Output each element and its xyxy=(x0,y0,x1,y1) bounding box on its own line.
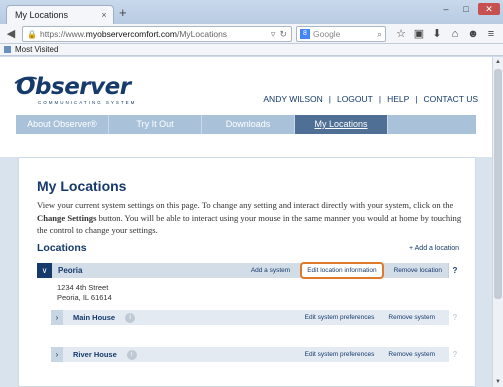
system-row-main-house: › Main House i Edit system preferences R… xyxy=(51,310,461,325)
tab-title: My Locations xyxy=(15,10,69,20)
bookmarks-bar: Most Visited xyxy=(0,44,503,56)
download-icon[interactable]: ⬇ xyxy=(430,27,444,41)
close-window-button[interactable]: ✕ xyxy=(478,3,500,15)
google-icon[interactable]: 8 xyxy=(300,29,310,39)
system-name: River House xyxy=(73,350,117,359)
info-icon[interactable]: i xyxy=(126,349,137,360)
search-input[interactable]: Google xyxy=(313,29,373,39)
address-bar[interactable]: 🔒 https://www.myobservercomfort.com/MyLo… xyxy=(22,26,292,42)
system-row-river-house: › River House i Edit system preferences … xyxy=(51,347,461,362)
search-bar[interactable]: 8 Google ⌕ xyxy=(296,26,386,42)
lock-icon: 🔒 xyxy=(27,29,37,39)
folder-icon xyxy=(4,46,11,53)
close-tab-icon[interactable]: × xyxy=(99,10,109,20)
location-name: Peoria xyxy=(58,266,83,275)
observer-logo[interactable]: Observer COMMUNICATING SYSTEM xyxy=(10,74,136,105)
bookmark-most-visited[interactable]: Most Visited xyxy=(15,45,58,54)
maximize-button[interactable]: □ xyxy=(458,3,474,15)
edit-system-preferences-link[interactable]: Edit system preferences xyxy=(305,314,375,321)
help-icon[interactable]: ? xyxy=(449,347,461,362)
location-header-peoria: ∨ Peoria Add a system Edit location info… xyxy=(37,262,461,279)
dropdown-icon[interactable]: ▿ xyxy=(271,29,276,40)
back-icon[interactable]: ◀ xyxy=(3,26,19,42)
clipboard-icon[interactable]: ▣ xyxy=(412,27,426,41)
locations-heading: Locations xyxy=(37,242,87,254)
remove-location-link[interactable]: Remove location xyxy=(394,267,442,274)
scroll-down-icon[interactable]: ▼ xyxy=(493,377,503,387)
tab-downloads[interactable]: Downloads xyxy=(202,115,295,134)
help-icon[interactable]: ? xyxy=(448,263,461,278)
main-nav: About Observer® Try It Out Downloads My … xyxy=(16,115,476,134)
add-system-link[interactable]: Add a system xyxy=(251,267,290,274)
page-scrollbar[interactable]: ▲ ▼ xyxy=(492,57,503,387)
intro-text: View your current system settings on thi… xyxy=(37,200,462,235)
tab-about-observer[interactable]: About Observer® xyxy=(16,115,109,134)
browser-tab[interactable]: My Locations × xyxy=(6,5,114,24)
content-background: My Locations View your current system se… xyxy=(0,157,492,387)
collapse-icon[interactable]: ∨ xyxy=(37,263,52,278)
reload-icon[interactable]: ↻ xyxy=(279,29,287,40)
scroll-thumb[interactable] xyxy=(494,69,502,299)
edit-system-preferences-link[interactable]: Edit system preferences xyxy=(305,351,375,358)
contact-link[interactable]: CONTACT US xyxy=(424,94,478,104)
expand-icon[interactable]: › xyxy=(51,310,63,325)
remove-system-link[interactable]: Remove system xyxy=(388,351,435,358)
site-header: Observer COMMUNICATING SYSTEM ANDY WILSO… xyxy=(0,57,492,157)
page-title: My Locations xyxy=(37,178,127,194)
help-link[interactable]: HELP xyxy=(387,94,409,104)
tab-try-it-out[interactable]: Try It Out xyxy=(109,115,202,134)
remove-system-link[interactable]: Remove system xyxy=(388,314,435,321)
scroll-up-icon[interactable]: ▲ xyxy=(493,57,503,67)
user-links: ANDY WILSON | LOGOUT | HELP | CONTACT US xyxy=(263,94,478,104)
info-icon[interactable]: i xyxy=(125,312,136,323)
new-tab-button[interactable]: + xyxy=(119,6,127,20)
page-viewport: Observer COMMUNICATING SYSTEM ANDY WILSO… xyxy=(0,57,492,387)
add-location-link[interactable]: + Add a location xyxy=(409,245,459,252)
chat-icon[interactable]: ☻ xyxy=(466,27,480,41)
browser-navbar: ◀ 🔒 https://www.myobservercomfort.com/My… xyxy=(0,24,503,44)
user-name: ANDY WILSON xyxy=(263,94,323,104)
system-name: Main House xyxy=(73,313,116,322)
logout-link[interactable]: LOGOUT xyxy=(337,94,373,104)
location-address: 1234 4th Street Peoria, IL 61614 xyxy=(57,283,112,302)
menu-icon[interactable]: ≡ xyxy=(484,27,498,41)
browser-titlebar: My Locations × + – □ ✕ xyxy=(0,0,503,24)
bookmark-star-icon[interactable]: ☆ xyxy=(394,27,408,41)
edit-location-link[interactable]: Edit location information xyxy=(300,262,384,279)
content-panel: My Locations View your current system se… xyxy=(18,157,476,387)
help-icon[interactable]: ? xyxy=(449,310,461,325)
tab-my-locations[interactable]: My Locations xyxy=(295,115,388,134)
expand-icon[interactable]: › xyxy=(51,347,63,362)
url-text[interactable]: https://www.myobservercomfort.com/MyLoca… xyxy=(40,29,267,39)
search-icon[interactable]: ⌕ xyxy=(377,29,382,40)
home-icon[interactable]: ⌂ xyxy=(448,27,462,41)
minimize-button[interactable]: – xyxy=(438,3,454,15)
